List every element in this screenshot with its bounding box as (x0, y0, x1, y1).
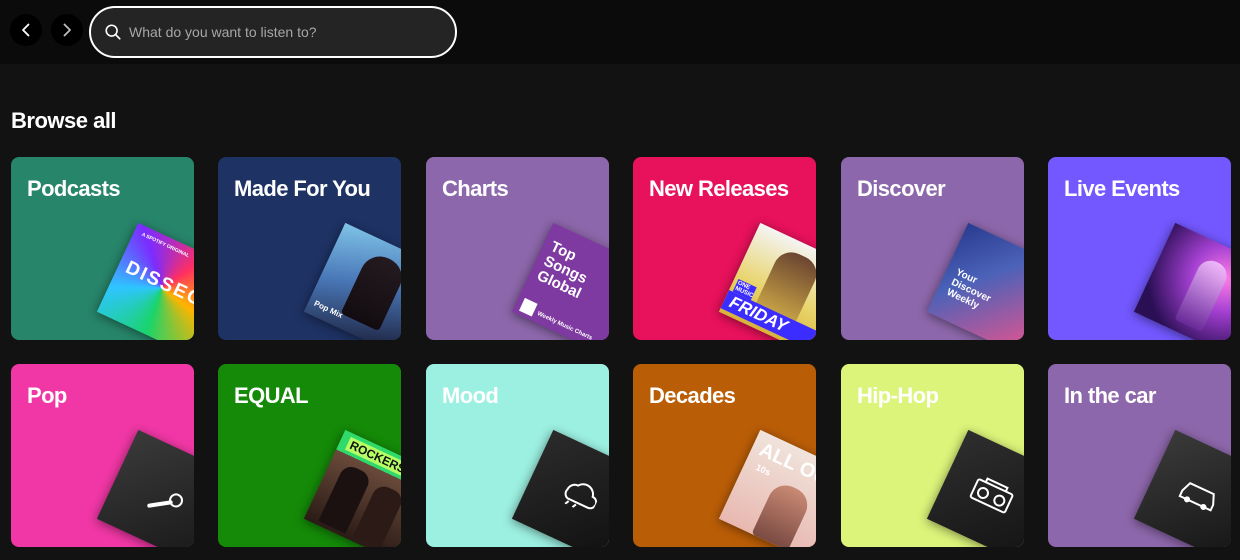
category-card-podcasts[interactable]: Podcasts A SPOTIFY ORIGINAL DISSECT (11, 157, 194, 340)
cover-caption-text: Weekly Music Charts (536, 310, 594, 340)
forward-button[interactable] (51, 14, 83, 46)
category-label: Pop (27, 383, 67, 408)
artist-photo (340, 249, 401, 332)
discover-weekly-cover-art: Your Discover Weekly (926, 222, 1024, 340)
category-card-live-events[interactable]: Live Events (1048, 157, 1231, 340)
category-card-charts[interactable]: Charts Top Songs Global Weekly Music Cha… (426, 157, 609, 340)
category-card-made-for-you[interactable]: Made For You Pop Mix (218, 157, 401, 340)
all-out-cover-art: ALL OUT 10s (718, 429, 816, 547)
in-the-car-cover-art (1133, 429, 1231, 547)
category-label: Podcasts (27, 176, 121, 201)
pop-cover-art (96, 429, 194, 547)
category-label: Discover (857, 176, 946, 201)
search-icon (103, 22, 123, 42)
category-card-new-releases[interactable]: New Releases ONE MUSIC FRIDAY (633, 157, 816, 340)
cover-title-text: DISSECT (122, 257, 194, 317)
hip-hop-cover-art (926, 429, 1024, 547)
performer-photo (1174, 256, 1231, 333)
category-card-pop[interactable]: Pop (11, 364, 194, 547)
car-icon (1172, 473, 1224, 521)
mood-cover-art (511, 429, 609, 547)
cover-title-text: Your Discover Weekly (944, 266, 993, 312)
category-card-hip-hop[interactable]: Hip-Hop (841, 364, 1024, 547)
top-songs-cover-art: Top Songs Global Weekly Music Charts (511, 222, 609, 340)
chevron-right-icon (63, 23, 71, 37)
new-music-friday-cover-art: ONE MUSIC FRIDAY (718, 222, 816, 340)
arrow-icon (519, 297, 538, 317)
chevron-left-icon (22, 23, 30, 37)
category-label: In the car (1064, 383, 1156, 408)
category-card-in-the-car[interactable]: In the car (1048, 364, 1231, 547)
category-label: Made For You (234, 176, 371, 201)
category-label: Hip-Hop (857, 383, 939, 408)
category-card-equal[interactable]: EQUAL ROCKERS (218, 364, 401, 547)
category-card-mood[interactable]: Mood (426, 364, 609, 547)
artist-photo (751, 479, 814, 547)
category-label: Charts (442, 176, 509, 201)
rockers-cover-art: ROCKERS (303, 429, 401, 547)
cover-title-text: Top Songs Global (534, 238, 590, 303)
category-label: New Releases (649, 176, 789, 201)
weather-icon (552, 466, 606, 520)
browse-all-title: Browse all (11, 108, 117, 133)
live-events-cover-art (1133, 222, 1231, 340)
category-card-discover[interactable]: Discover Your Discover Weekly (841, 157, 1024, 340)
category-label: Live Events (1064, 176, 1180, 201)
category-card-decades[interactable]: Decades ALL OUT 10s (633, 364, 816, 547)
top-bar (0, 0, 1240, 64)
podcasts-cover-art: A SPOTIFY ORIGINAL DISSECT (96, 222, 194, 340)
microphone-icon (140, 481, 187, 526)
boombox-icon (965, 473, 1017, 521)
cover-title-text: Pop Mix (312, 298, 345, 320)
category-label: Mood (442, 383, 499, 408)
back-button[interactable] (10, 14, 42, 46)
category-label: Decades (649, 383, 736, 408)
search-input[interactable] (129, 24, 429, 40)
pop-mix-cover-art: Pop Mix (303, 222, 401, 340)
cover-header-text: A SPOTIFY ORIGINAL (140, 231, 191, 260)
category-label: EQUAL (234, 383, 309, 408)
search-box[interactable] (89, 6, 457, 58)
